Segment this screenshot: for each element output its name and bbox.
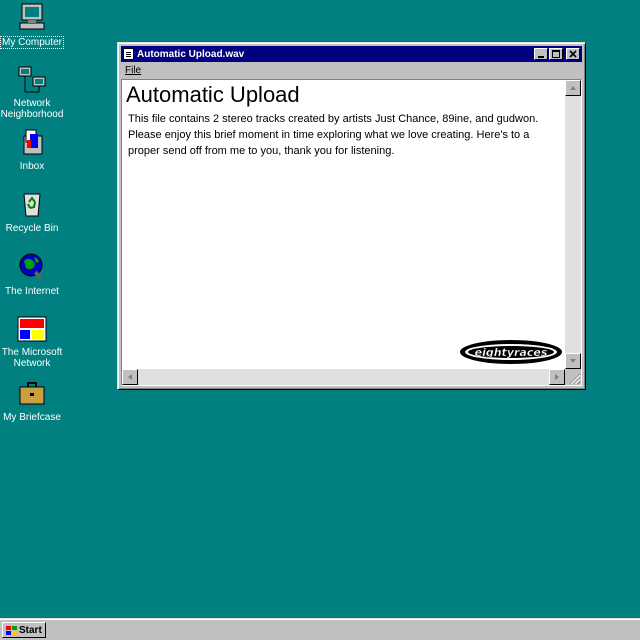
- desktop-icon-my-briefcase[interactable]: My Briefcase: [0, 377, 67, 423]
- scroll-left-button[interactable]: [122, 369, 138, 385]
- close-button[interactable]: [566, 48, 580, 60]
- window-title-bar[interactable]: Automatic Upload.wav: [121, 46, 582, 62]
- start-label: Start: [19, 624, 42, 636]
- windows-flag-icon: [5, 625, 17, 636]
- document-content-area[interactable]: Automatic Upload This file contains 2 st…: [121, 79, 582, 386]
- desktop-icon-the-microsoft-network[interactable]: The Microsoft Network: [0, 313, 67, 369]
- menu-bar: File: [122, 64, 144, 78]
- desktop-icon-label: Network Neighborhood: [0, 98, 64, 120]
- eightyraces-logo: eightyraces: [458, 338, 564, 366]
- desktop-icon-my-computer[interactable]: My Computer: [0, 2, 67, 49]
- document-body-text: This file contains 2 stereo tracks creat…: [128, 113, 539, 157]
- arrow-left-icon: [128, 374, 132, 380]
- arrow-right-icon: [555, 374, 559, 380]
- network-icon: [16, 64, 48, 96]
- maximize-button[interactable]: [549, 48, 563, 60]
- briefcase-icon: [16, 377, 48, 409]
- vertical-scrollbar[interactable]: [565, 80, 581, 369]
- document-heading: Automatic Upload: [126, 82, 300, 107]
- resize-grip[interactable]: [565, 369, 581, 385]
- window-title: Automatic Upload.wav: [137, 48, 245, 60]
- document-window[interactable]: Automatic Upload.wav File Automatic Uplo…: [117, 42, 586, 390]
- inbox-icon: [16, 126, 48, 158]
- desktop-icon-label: The Internet: [5, 286, 59, 297]
- scroll-down-button[interactable]: [565, 353, 581, 369]
- desktop-icon-label: The Microsoft Network: [1, 347, 63, 369]
- menu-file[interactable]: File: [122, 65, 144, 76]
- start-button[interactable]: Start: [2, 622, 46, 638]
- desktop-icon-label: My Computer: [0, 36, 64, 49]
- minimize-button[interactable]: [534, 48, 548, 60]
- desktop-icon-label: My Briefcase: [3, 412, 61, 423]
- desktop-icon-label: Inbox: [19, 161, 45, 172]
- resize-grip-icon: [569, 373, 581, 385]
- arrow-up-icon: [570, 86, 576, 90]
- desktop-icon-network-neighborhood[interactable]: Network Neighborhood: [0, 64, 67, 120]
- desktop-icon-inbox[interactable]: Inbox: [0, 126, 67, 172]
- taskbar: Start: [0, 618, 640, 640]
- desktop-icon-recycle-bin[interactable]: Recycle Bin: [0, 188, 67, 234]
- document-icon: [123, 48, 134, 60]
- desktop-icon-label: Recycle Bin: [5, 223, 59, 234]
- internet-icon: [16, 251, 48, 283]
- svg-text:eightyraces: eightyraces: [475, 346, 548, 359]
- msn-icon: [16, 313, 48, 345]
- arrow-down-icon: [570, 359, 576, 363]
- horizontal-scrollbar[interactable]: [122, 369, 565, 385]
- maximize-icon: [552, 50, 560, 58]
- scroll-up-button[interactable]: [565, 80, 581, 96]
- recycle-bin-icon: [16, 188, 48, 220]
- computer-icon: [16, 2, 48, 34]
- close-icon: [569, 50, 577, 58]
- scroll-right-button[interactable]: [549, 369, 565, 385]
- minimize-icon: [538, 56, 544, 58]
- desktop-icon-the-internet[interactable]: The Internet: [0, 251, 67, 297]
